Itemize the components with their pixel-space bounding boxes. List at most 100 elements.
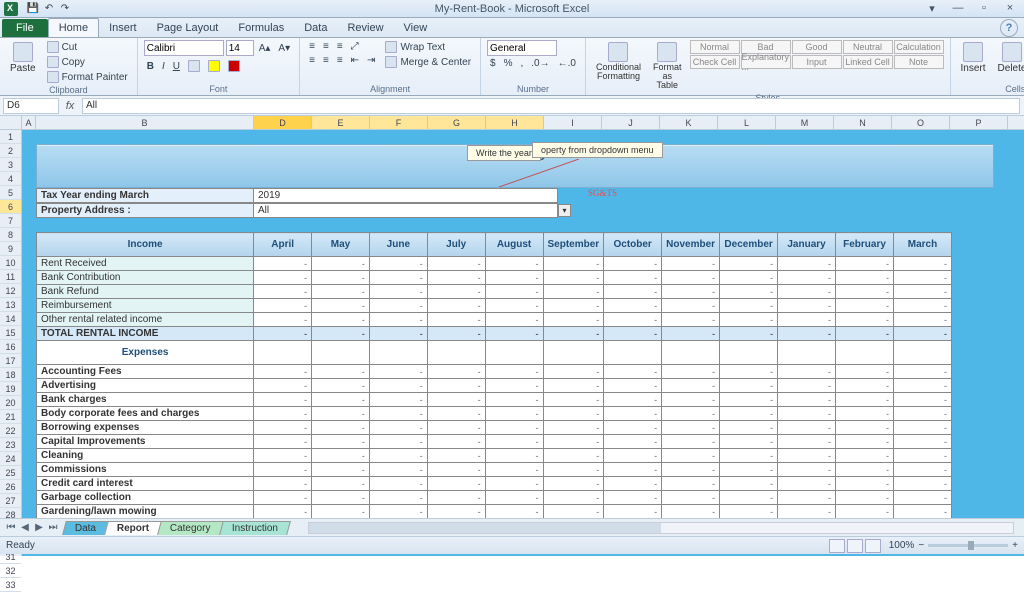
- cell[interactable]: -: [604, 299, 662, 313]
- cell[interactable]: -: [604, 365, 662, 379]
- worksheet-grid[interactable]: Rental Pro Write the year operty from dr…: [22, 130, 1024, 556]
- indent-dec-icon[interactable]: ⇤: [348, 54, 362, 67]
- cell[interactable]: -: [254, 379, 312, 393]
- cell[interactable]: -: [427, 421, 485, 435]
- cell-styles-gallery[interactable]: Normal Bad Good Neutral Calculation Chec…: [690, 40, 944, 69]
- cell[interactable]: -: [893, 505, 951, 519]
- cell[interactable]: -: [369, 285, 427, 299]
- cell[interactable]: -: [720, 449, 778, 463]
- cell[interactable]: -: [836, 435, 894, 449]
- tab-review[interactable]: Review: [337, 19, 393, 37]
- save-icon[interactable]: 💾: [26, 2, 40, 16]
- cell[interactable]: [312, 341, 370, 365]
- cell[interactable]: -: [662, 285, 720, 299]
- currency-icon[interactable]: $: [487, 57, 499, 70]
- grow-font-icon[interactable]: A▴: [256, 40, 274, 56]
- tab-data[interactable]: Data: [294, 19, 337, 37]
- cell[interactable]: -: [720, 313, 778, 327]
- sheet-nav-prev-icon[interactable]: ◀: [18, 522, 32, 533]
- cell[interactable]: -: [604, 285, 662, 299]
- cell[interactable]: -: [427, 365, 485, 379]
- cell[interactable]: -: [893, 491, 951, 505]
- cell[interactable]: -: [720, 393, 778, 407]
- cell[interactable]: -: [427, 491, 485, 505]
- cell[interactable]: -: [604, 463, 662, 477]
- cell[interactable]: -: [369, 491, 427, 505]
- cell[interactable]: -: [836, 285, 894, 299]
- column-header-N[interactable]: N: [834, 116, 892, 129]
- cell[interactable]: -: [778, 285, 836, 299]
- column-header-G[interactable]: G: [428, 116, 486, 129]
- cell[interactable]: -: [312, 271, 370, 285]
- cell[interactable]: [836, 341, 894, 365]
- percent-icon[interactable]: %: [501, 57, 516, 70]
- cell[interactable]: -: [662, 463, 720, 477]
- row-header-33[interactable]: 33: [0, 578, 21, 592]
- align-top-icon[interactable]: ≡: [306, 40, 318, 53]
- row-header-26[interactable]: 26: [0, 480, 21, 494]
- cell[interactable]: [720, 341, 778, 365]
- style-linked-cell[interactable]: Linked Cell: [843, 55, 893, 69]
- conditional-formatting-button[interactable]: Conditional Formatting: [592, 40, 645, 83]
- cell[interactable]: -: [485, 365, 543, 379]
- cell[interactable]: -: [836, 257, 894, 271]
- cell[interactable]: -: [427, 285, 485, 299]
- row-header-12[interactable]: 12: [0, 284, 21, 298]
- row-header-27[interactable]: 27: [0, 494, 21, 508]
- cell[interactable]: -: [604, 435, 662, 449]
- column-header-A[interactable]: A: [22, 116, 36, 129]
- row-header-7[interactable]: 7: [0, 214, 21, 228]
- cell[interactable]: -: [254, 365, 312, 379]
- cell[interactable]: -: [312, 393, 370, 407]
- tab-page-layout[interactable]: Page Layout: [147, 19, 229, 37]
- cell[interactable]: -: [778, 379, 836, 393]
- cell[interactable]: -: [604, 313, 662, 327]
- cell[interactable]: -: [254, 435, 312, 449]
- report-table[interactable]: IncomeAprilMayJuneJulyAugustSeptemberOct…: [36, 232, 952, 547]
- cell[interactable]: -: [312, 491, 370, 505]
- cell[interactable]: -: [662, 313, 720, 327]
- cell[interactable]: -: [893, 285, 951, 299]
- cell[interactable]: -: [778, 393, 836, 407]
- delete-cells-button[interactable]: Delete: [994, 40, 1024, 76]
- sheet-nav-next-icon[interactable]: ▶: [32, 522, 46, 533]
- select-all-corner[interactable]: [0, 116, 22, 129]
- cell[interactable]: -: [778, 407, 836, 421]
- align-bottom-icon[interactable]: ≡: [334, 40, 346, 53]
- orientation-icon[interactable]: ⤢: [348, 40, 362, 53]
- fx-icon[interactable]: fx: [62, 100, 78, 112]
- cell[interactable]: -: [254, 477, 312, 491]
- cell[interactable]: -: [312, 435, 370, 449]
- cell[interactable]: -: [369, 505, 427, 519]
- cell[interactable]: -: [604, 327, 662, 341]
- cell[interactable]: -: [836, 449, 894, 463]
- row-header-20[interactable]: 20: [0, 396, 21, 410]
- merge-center-button[interactable]: Merge & Center: [382, 55, 474, 69]
- cell[interactable]: -: [427, 393, 485, 407]
- close-icon[interactable]: ×: [1000, 2, 1020, 15]
- cell[interactable]: -: [604, 449, 662, 463]
- cell[interactable]: -: [893, 407, 951, 421]
- cell[interactable]: -: [543, 327, 604, 341]
- cell[interactable]: -: [778, 271, 836, 285]
- cell[interactable]: -: [369, 299, 427, 313]
- cell[interactable]: -: [543, 491, 604, 505]
- cell[interactable]: -: [427, 505, 485, 519]
- formula-input[interactable]: All: [82, 98, 1020, 114]
- column-header-L[interactable]: L: [718, 116, 776, 129]
- cell[interactable]: -: [254, 407, 312, 421]
- cell[interactable]: -: [485, 477, 543, 491]
- cell[interactable]: -: [778, 421, 836, 435]
- cell[interactable]: -: [543, 257, 604, 271]
- cell[interactable]: -: [427, 327, 485, 341]
- cut-button[interactable]: Cut: [44, 40, 131, 54]
- cell[interactable]: -: [369, 435, 427, 449]
- fill-color-button[interactable]: [205, 59, 223, 73]
- font-color-button[interactable]: [225, 59, 243, 73]
- cell[interactable]: -: [604, 379, 662, 393]
- cell[interactable]: -: [662, 491, 720, 505]
- name-box[interactable]: D6: [3, 98, 59, 114]
- cell[interactable]: -: [778, 505, 836, 519]
- zoom-out-icon[interactable]: −: [918, 540, 924, 551]
- cell[interactable]: -: [312, 365, 370, 379]
